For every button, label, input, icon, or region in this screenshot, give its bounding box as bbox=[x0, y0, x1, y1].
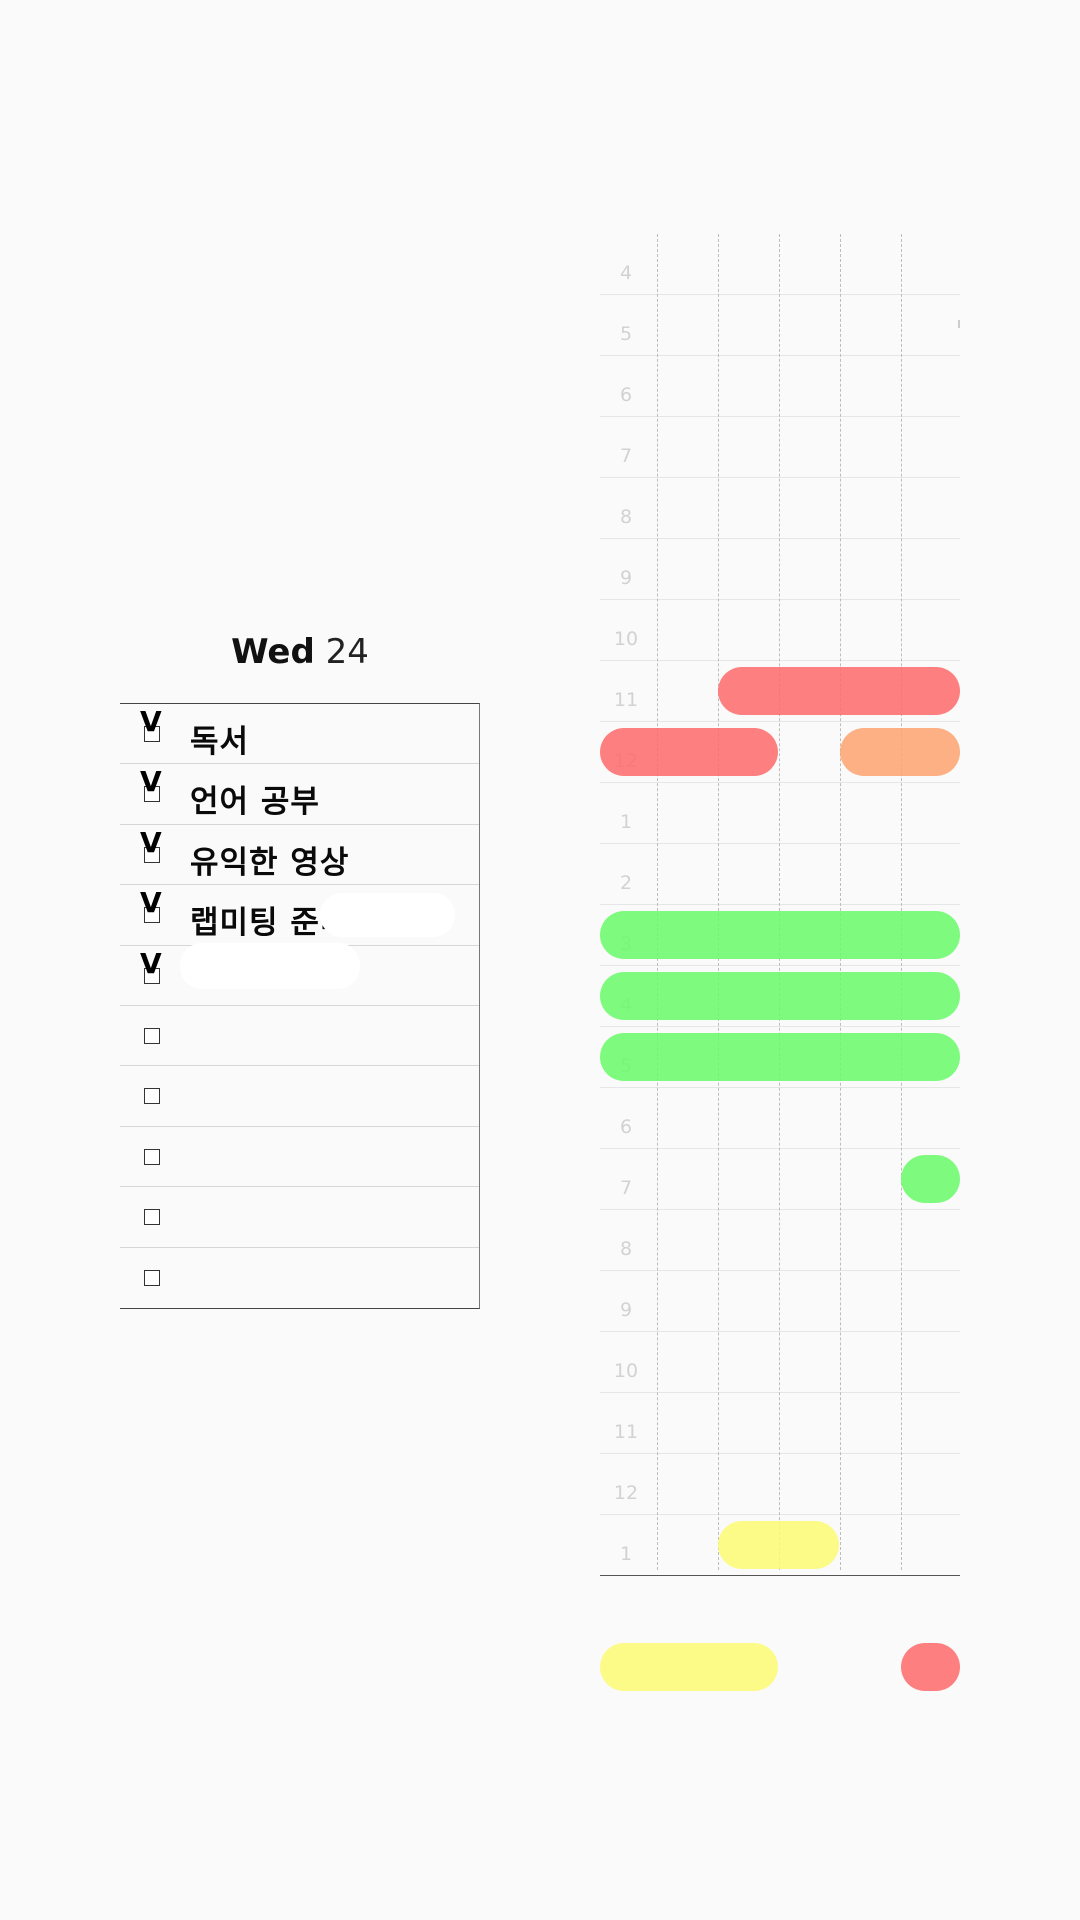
hour-row[interactable]: 4 bbox=[600, 234, 960, 295]
hour-label: 8 bbox=[619, 506, 633, 528]
todo-text: 언어 공부 bbox=[190, 784, 320, 821]
date-label: 24 bbox=[325, 632, 369, 672]
hour-row[interactable]: 6 bbox=[600, 1088, 960, 1149]
hour-label: 10 bbox=[613, 1360, 639, 1382]
hour-label: 9 bbox=[619, 1299, 633, 1321]
hour-row[interactable]: 2 bbox=[600, 844, 960, 905]
hour-row[interactable]: 8 bbox=[600, 1210, 960, 1271]
todo-item[interactable]: V 언어 공부 bbox=[120, 764, 479, 825]
hour-label: 9 bbox=[619, 567, 633, 589]
time-block-red[interactable] bbox=[600, 728, 778, 776]
timeline: 4567891011121234567891011121 bbox=[600, 234, 960, 1691]
checkmark-icon: V bbox=[140, 705, 162, 738]
hour-row[interactable]: 12 bbox=[600, 1454, 960, 1515]
checkmark-icon: V bbox=[140, 886, 162, 920]
todo-text: 유익한 영상 bbox=[190, 844, 350, 881]
hour-label: 2 bbox=[619, 872, 633, 894]
time-block-yellow[interactable] bbox=[600, 1643, 778, 1691]
checkmark-icon: V bbox=[140, 946, 162, 980]
hour-label: 5 bbox=[619, 323, 633, 345]
hour-label: 1 bbox=[619, 1543, 633, 1565]
date-header: Wed 24 bbox=[120, 605, 480, 703]
time-block-green[interactable] bbox=[901, 1155, 960, 1203]
hour-label: 7 bbox=[619, 445, 633, 467]
todo-item[interactable] bbox=[120, 1066, 479, 1127]
redaction-mark bbox=[320, 893, 455, 937]
hour-label: 1 bbox=[619, 811, 633, 833]
checkmark-icon: V bbox=[140, 765, 162, 799]
hour-row[interactable]: 1 bbox=[600, 783, 960, 844]
day-label: Wed bbox=[231, 632, 315, 672]
hour-label: 12 bbox=[613, 1482, 639, 1504]
hour-label: 11 bbox=[613, 1421, 639, 1443]
todo-list: V 독서 V 언어 공부 V 유익한 영상 V 랩미팅 준비 V bbox=[120, 703, 480, 1309]
hour-row[interactable]: 10 bbox=[600, 600, 960, 661]
hour-row[interactable]: 8 bbox=[600, 478, 960, 539]
todo-text: 독서 bbox=[190, 724, 250, 760]
hour-row[interactable]: 6 bbox=[600, 356, 960, 417]
hour-label: 4 bbox=[619, 262, 633, 284]
redaction-mark bbox=[180, 943, 360, 989]
time-block-green[interactable] bbox=[600, 911, 960, 959]
time-block-red[interactable] bbox=[718, 667, 960, 715]
column-divider bbox=[657, 234, 658, 1570]
hour-label: 6 bbox=[619, 384, 633, 406]
time-block-yellow[interactable] bbox=[718, 1521, 839, 1569]
checkbox[interactable] bbox=[144, 1088, 160, 1105]
todo-item[interactable] bbox=[120, 1127, 479, 1188]
column-divider bbox=[901, 234, 902, 1570]
checkbox[interactable] bbox=[144, 1027, 160, 1044]
hour-row[interactable]: 7 bbox=[600, 417, 960, 478]
todo-item[interactable] bbox=[120, 1187, 479, 1248]
checkbox[interactable] bbox=[144, 1148, 160, 1165]
planner-screen: Wed 24 V 독서 V 언어 공부 V 유익한 영상 V 랩미팅 준비 V 4 5 6 7 8 9 10… bbox=[0, 0, 1080, 1920]
time-block-green[interactable] bbox=[600, 972, 960, 1020]
todo-item[interactable] bbox=[120, 1248, 479, 1308]
hour-label: 10 bbox=[613, 628, 639, 650]
column-divider bbox=[718, 234, 719, 1570]
hour-row[interactable]: 5 bbox=[600, 295, 960, 356]
time-block-orange[interactable] bbox=[840, 728, 960, 776]
hour-label: 6 bbox=[619, 1116, 633, 1138]
hour-row[interactable]: 11 bbox=[600, 1393, 960, 1454]
hour-row[interactable]: 10 bbox=[600, 1332, 960, 1393]
checkbox[interactable] bbox=[144, 1269, 160, 1286]
hour-label: 8 bbox=[619, 1238, 633, 1260]
hour-row[interactable]: 9 bbox=[600, 539, 960, 600]
column-divider bbox=[779, 234, 780, 1570]
todo-item[interactable] bbox=[120, 1006, 479, 1067]
checkmark-icon: V bbox=[140, 825, 162, 859]
time-block-red[interactable] bbox=[901, 1643, 960, 1691]
hour-label: 7 bbox=[619, 1177, 633, 1199]
hour-row[interactable]: 9 bbox=[600, 1271, 960, 1332]
todo-item[interactable]: V 독서 bbox=[120, 704, 479, 765]
todo-item[interactable]: V 유익한 영상 bbox=[120, 825, 479, 886]
time-block-green[interactable] bbox=[600, 1033, 960, 1081]
checkbox[interactable] bbox=[144, 1209, 160, 1226]
column-divider bbox=[840, 234, 841, 1570]
todo-card: Wed 24 V 독서 V 언어 공부 V 유익한 영상 V 랩미팅 준비 V bbox=[120, 605, 480, 1309]
hour-label: 11 bbox=[613, 689, 639, 711]
